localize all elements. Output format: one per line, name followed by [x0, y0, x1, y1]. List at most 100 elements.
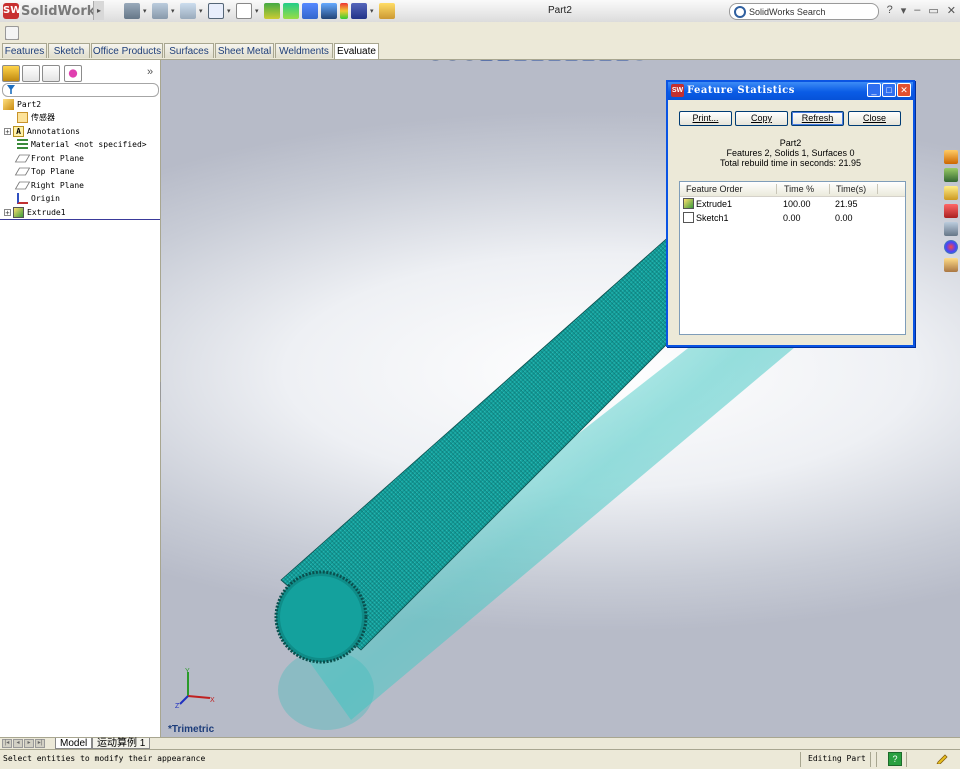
scene-dropdown-icon[interactable]: [633, 60, 646, 61]
hide-show-icon[interactable]: [548, 60, 561, 61]
next-tab-icon[interactable]: ▸: [24, 739, 34, 748]
design-library-icon[interactable]: [944, 168, 958, 182]
appearances-icon[interactable]: [944, 240, 958, 254]
zoom-area-icon[interactable]: [446, 60, 459, 61]
tree-item-sensors[interactable]: 传感器: [17, 111, 55, 124]
refresh-button[interactable]: Refresh: [791, 111, 844, 126]
view-cube-icon[interactable]: [321, 3, 337, 19]
tree-item-annotations[interactable]: + A Annotations: [4, 125, 80, 138]
property-manager-tab-icon[interactable]: [22, 65, 40, 82]
dropdown-icon[interactable]: ▾: [143, 7, 149, 15]
column-divider[interactable]: [776, 184, 777, 194]
section-view-icon[interactable]: [480, 60, 493, 61]
rebuild-icon[interactable]: [264, 3, 280, 19]
expand-icon[interactable]: +: [4, 128, 11, 136]
tab-surfaces[interactable]: Surfaces: [164, 43, 214, 58]
view-settings-icon[interactable]: [599, 60, 612, 61]
print-icon[interactable]: [124, 3, 140, 19]
column-header-time-seconds[interactable]: Time(s): [836, 184, 866, 194]
prev-tab-icon[interactable]: ◂: [13, 739, 23, 748]
dropdown-icon[interactable]: ▾: [199, 7, 205, 15]
copy-button[interactable]: Copy: [735, 111, 788, 126]
tab-evaluate[interactable]: Evaluate: [334, 43, 379, 59]
new-document-icon[interactable]: [236, 3, 252, 19]
column-divider[interactable]: [877, 184, 878, 194]
tab-features[interactable]: Features: [2, 43, 47, 58]
tree-item-top-plane[interactable]: Top Plane: [14, 165, 74, 178]
view-cube-icon[interactable]: [302, 3, 318, 19]
dropdown-icon[interactable]: ▾: [255, 7, 261, 15]
tree-item-right-plane[interactable]: Right Plane: [14, 179, 84, 192]
minimize-icon[interactable]: –: [914, 4, 920, 17]
custom-properties-icon[interactable]: [944, 258, 958, 272]
first-tab-icon[interactable]: |◂: [2, 739, 12, 748]
dropdown-icon[interactable]: ▾: [171, 7, 177, 15]
quick-tips-icon[interactable]: ?: [888, 752, 902, 766]
view-orientation-icon[interactable]: [514, 60, 527, 61]
solidworks-resources-icon[interactable]: [944, 150, 958, 164]
dropdown-icon[interactable]: ▾: [370, 7, 376, 15]
feature-statistics-list[interactable]: Feature Order Time % Time(s) Extrude1 10…: [679, 181, 906, 335]
dynamic-annotation-icon[interactable]: [497, 60, 510, 61]
close-icon[interactable]: ✕: [947, 4, 956, 17]
table-row[interactable]: Sketch1 0.00 0.00: [680, 211, 905, 225]
tree-item-material[interactable]: Material <not specified>: [17, 138, 147, 151]
zoom-to-fit-icon[interactable]: [429, 60, 442, 61]
dialog-close-icon[interactable]: ✕: [897, 83, 911, 97]
display-style-icon[interactable]: [531, 60, 544, 61]
previous-view-icon[interactable]: [463, 60, 476, 61]
document-icon[interactable]: [5, 26, 19, 40]
tab-weldments[interactable]: Weldments: [275, 43, 333, 58]
solidworks-logo[interactable]: SW SolidWorks: [3, 2, 103, 20]
tab-model[interactable]: Model: [55, 738, 93, 749]
table-row[interactable]: Extrude1 100.00 21.95: [680, 197, 905, 211]
tree-item-extrude1[interactable]: + Extrude1: [4, 206, 66, 219]
help-dropdown-icon[interactable]: ▾: [901, 4, 907, 17]
restore-icon[interactable]: ▭: [928, 4, 938, 17]
tab-office-products[interactable]: Office Products: [91, 43, 163, 58]
column-header-time-percent[interactable]: Time %: [784, 184, 814, 194]
search-results-icon[interactable]: [944, 204, 958, 218]
last-tab-icon[interactable]: ▸|: [35, 739, 45, 748]
print-button[interactable]: Print...: [679, 111, 732, 126]
options-gear-icon[interactable]: [283, 3, 299, 19]
column-divider[interactable]: [829, 184, 830, 194]
tab-sketch[interactable]: Sketch: [48, 43, 90, 58]
feature-filter-input[interactable]: [2, 83, 159, 97]
dropdown-icon[interactable]: ▾: [227, 7, 233, 15]
viewport-close-icon[interactable]: ✕: [943, 60, 952, 61]
undo-icon[interactable]: [180, 3, 196, 19]
traffic-light-icon[interactable]: [340, 3, 348, 19]
dialog-title-bar[interactable]: SW Feature Statistics _ □ ✕: [668, 82, 913, 100]
viewport-restore-icon[interactable]: ▭: [924, 60, 934, 61]
rollback-bar[interactable]: [0, 219, 160, 220]
tab-sheet-metal[interactable]: Sheet Metal: [215, 43, 274, 58]
expand-icon[interactable]: +: [4, 209, 11, 217]
tree-item-front-plane[interactable]: Front Plane: [14, 152, 84, 165]
pencil-icon[interactable]: [936, 752, 948, 764]
menu-expand-arrow-icon[interactable]: ▸: [93, 1, 104, 20]
edit-appearance-icon[interactable]: [565, 60, 578, 61]
view-cube-dropdown-icon[interactable]: [616, 60, 629, 61]
save-icon[interactable]: [351, 3, 367, 19]
dialog-maximize-icon[interactable]: □: [882, 83, 896, 97]
options-icon[interactable]: [152, 3, 168, 19]
column-header-feature-order[interactable]: Feature Order: [686, 184, 743, 194]
dialog-minimize-icon[interactable]: _: [867, 83, 881, 97]
select-icon[interactable]: [208, 3, 224, 19]
tree-root-part[interactable]: Part2: [3, 98, 41, 111]
search-input[interactable]: SolidWorks Search: [729, 3, 879, 20]
dimxpert-tab-icon[interactable]: [64, 65, 82, 82]
tab-motion-study[interactable]: 运动算例 1: [92, 738, 151, 749]
tree-item-origin[interactable]: Origin: [17, 192, 60, 205]
apply-scene-icon[interactable]: [582, 60, 595, 61]
feature-manager-tab-icon[interactable]: [2, 65, 20, 82]
expand-panel-icon[interactable]: »: [147, 66, 153, 78]
close-button[interactable]: Close: [848, 111, 901, 126]
viewport-minimize-icon[interactable]: –: [910, 60, 916, 61]
open-folder-icon[interactable]: [379, 3, 395, 19]
help-icon[interactable]: ?: [887, 4, 893, 17]
view-palette-icon[interactable]: [944, 222, 958, 236]
configuration-manager-tab-icon[interactable]: [42, 65, 60, 82]
file-explorer-icon[interactable]: [944, 186, 958, 200]
